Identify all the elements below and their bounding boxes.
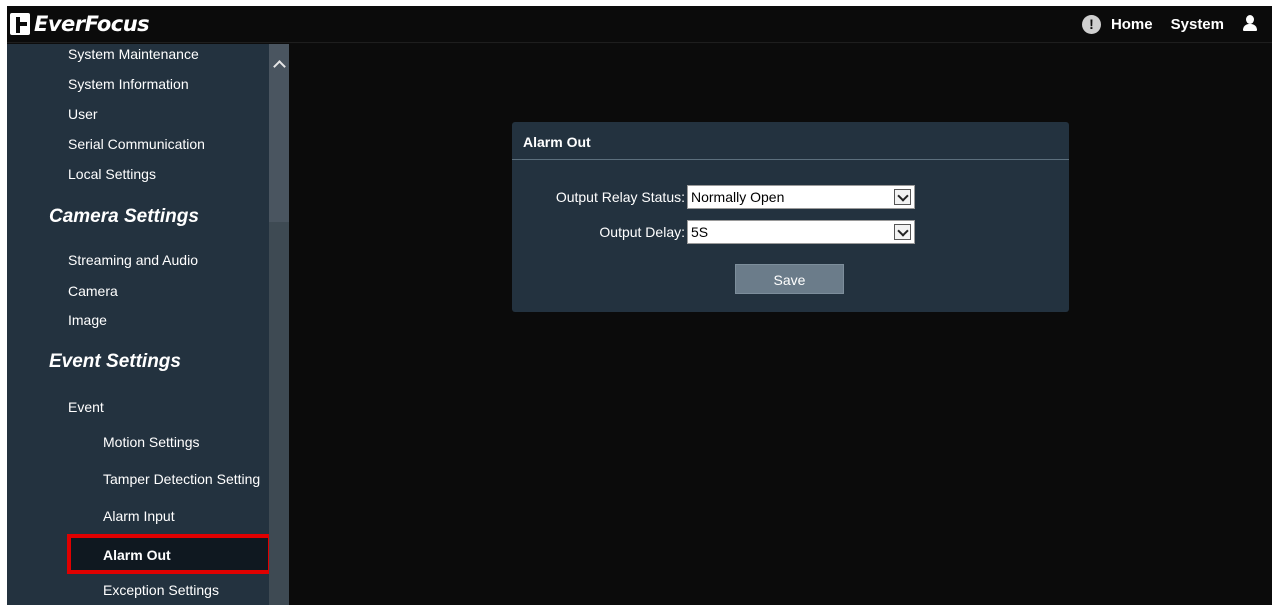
output-relay-status-select[interactable]: Normally Open xyxy=(687,185,915,209)
system-link[interactable]: System xyxy=(1171,16,1224,33)
alert-icon[interactable]: ! xyxy=(1081,14,1101,34)
top-nav: ! Home System xyxy=(1081,13,1258,35)
sidebar-item-image[interactable]: Image xyxy=(68,312,107,328)
app-window: EverFocus ! Home System System Maintenan… xyxy=(7,6,1272,605)
sidebar-item-alarm-out[interactable]: Alarm Out xyxy=(67,534,272,574)
output-delay-row: Output Delay: 5S xyxy=(512,220,1069,244)
alarm-out-panel: Alarm Out Output Relay Status: Normally … xyxy=(512,122,1069,312)
sidebar-item-system-maintenance[interactable]: System Maintenance xyxy=(68,46,199,62)
sidebar-item-user[interactable]: User xyxy=(68,106,98,122)
panel-header: Alarm Out xyxy=(512,122,1069,160)
main-content: Alarm Out Output Relay Status: Normally … xyxy=(289,44,1272,605)
event-settings-heading[interactable]: Event Settings xyxy=(49,351,181,373)
top-bar: EverFocus ! Home System xyxy=(7,6,1272,43)
sidebar-item-event[interactable]: Event xyxy=(68,399,104,415)
sidebar-item-exception-settings[interactable]: Exception Settings xyxy=(103,582,219,598)
sidebar-item-camera[interactable]: Camera xyxy=(68,283,118,299)
scroll-up-arrow-icon[interactable] xyxy=(273,60,285,70)
logo-mark-icon xyxy=(10,13,30,35)
sidebar-item-alarm-out-label: Alarm Out xyxy=(103,547,171,563)
output-delay-label: Output Delay: xyxy=(599,224,685,240)
sidebar-item-alarm-input[interactable]: Alarm Input xyxy=(103,508,175,524)
everfocus-logo[interactable]: EverFocus xyxy=(10,11,150,37)
output-delay-value: 5S xyxy=(691,224,709,240)
output-relay-status-label: Output Relay Status: xyxy=(555,189,685,205)
output-delay-select[interactable]: 5S xyxy=(687,220,915,244)
sidebar-item-motion-settings[interactable]: Motion Settings xyxy=(103,434,200,450)
chevron-down-icon[interactable] xyxy=(894,189,911,205)
logo-text: EverFocus xyxy=(34,12,150,36)
output-relay-status-value: Normally Open xyxy=(691,189,785,205)
sidebar-item-local-settings[interactable]: Local Settings xyxy=(68,166,156,182)
sidebar-item-serial-communication[interactable]: Serial Communication xyxy=(68,136,205,152)
panel-title: Alarm Out xyxy=(523,134,591,150)
home-link[interactable]: Home xyxy=(1111,16,1153,33)
user-icon[interactable] xyxy=(1242,15,1258,33)
sidebar-item-system-information[interactable]: System Information xyxy=(68,76,189,92)
output-relay-status-row: Output Relay Status: Normally Open xyxy=(512,185,1069,209)
sidebar-item-streaming-and-audio[interactable]: Streaming and Audio xyxy=(68,252,198,268)
chevron-down-icon[interactable] xyxy=(894,224,911,240)
camera-settings-heading[interactable]: Camera Settings xyxy=(49,206,199,228)
sidebar-item-tamper-detection[interactable]: Tamper Detection Setting xyxy=(103,471,260,487)
sidebar: System Maintenance System Information Us… xyxy=(7,44,289,605)
save-button[interactable]: Save xyxy=(735,264,844,294)
